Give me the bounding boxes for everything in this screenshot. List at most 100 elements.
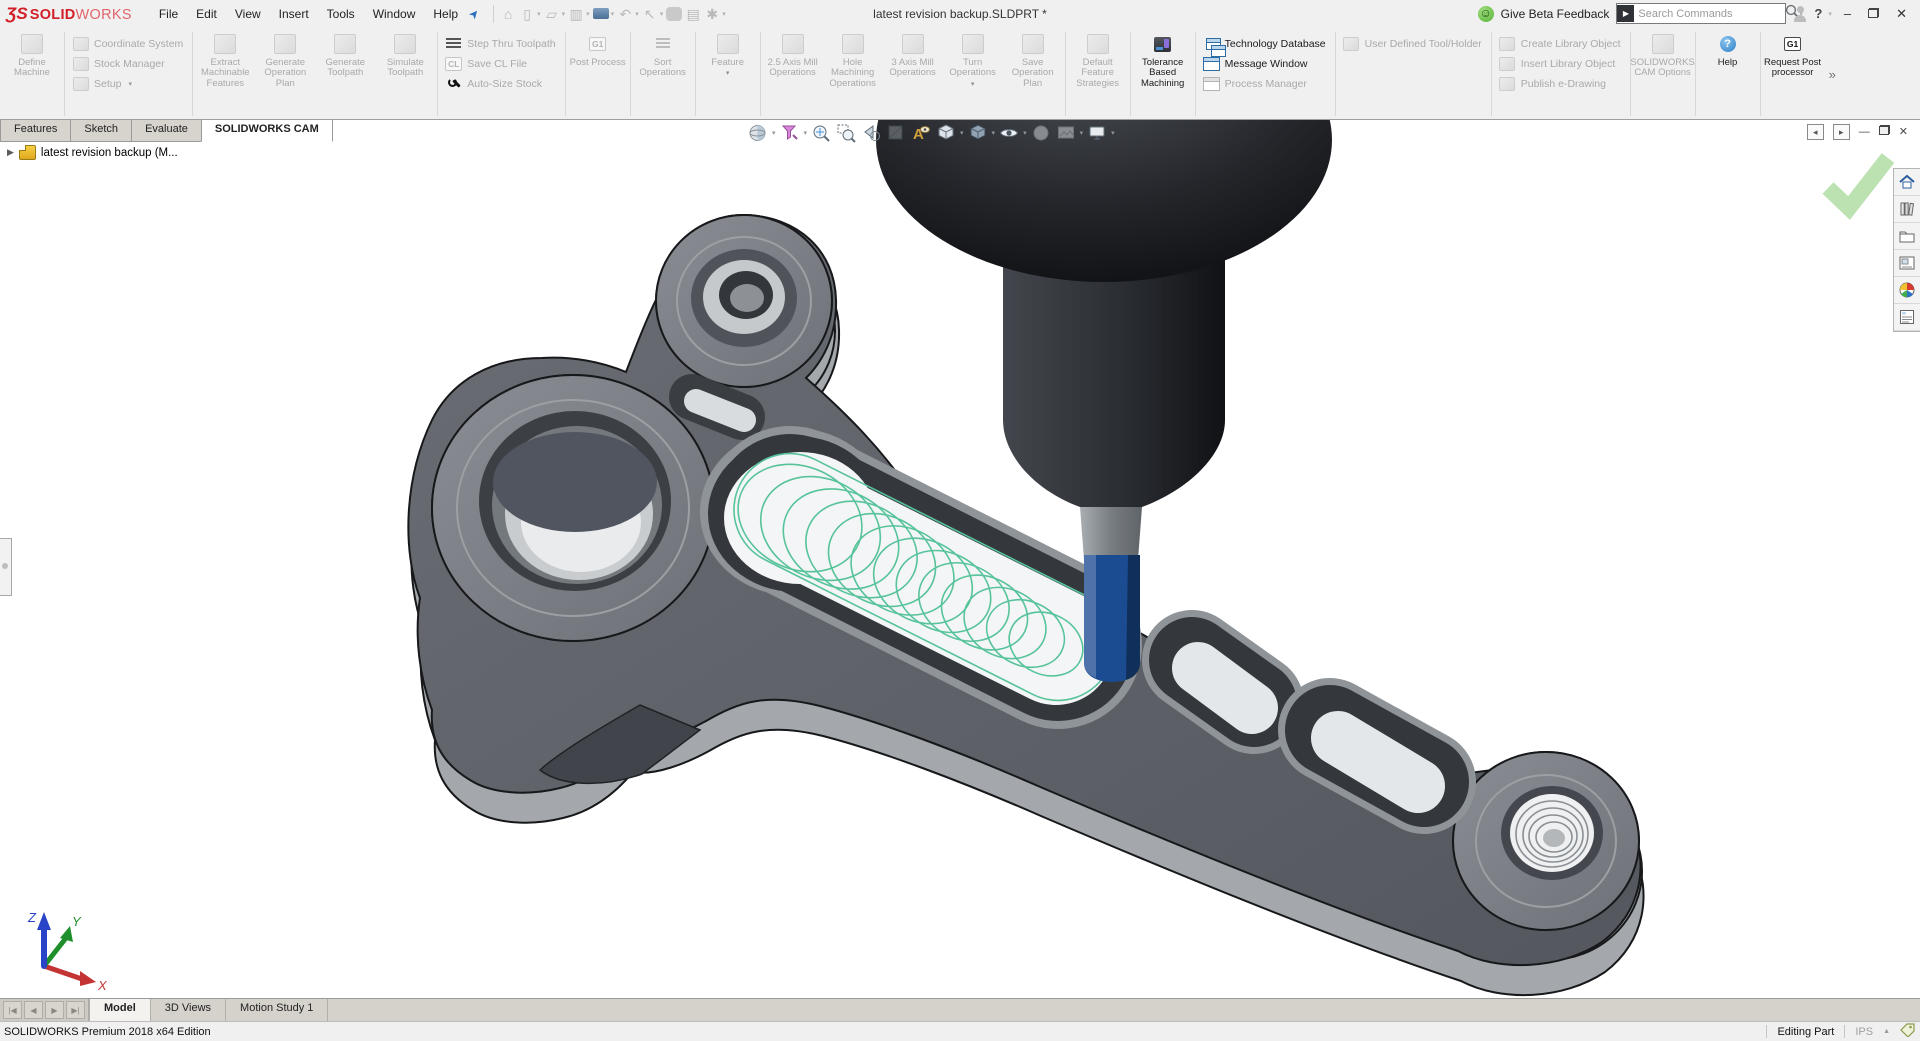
new-document-caret-icon[interactable]: ▾ — [537, 10, 541, 18]
ribbon-solidworks-cam-options[interactable]: SOLIDWORKS CAM Options — [1633, 29, 1693, 79]
task-pane-file-explorer-icon[interactable] — [1894, 223, 1920, 250]
section-view-icon[interactable] — [884, 122, 908, 144]
view-settings-icon[interactable] — [1085, 122, 1109, 144]
attachments-icon[interactable] — [666, 7, 682, 21]
ribbon-save-cl-file[interactable]: CLSave CL File — [442, 55, 558, 72]
search-input[interactable] — [1634, 8, 1784, 20]
search-box[interactable]: ▶ ▾ — [1616, 3, 1786, 24]
pane-right-icon[interactable]: ▸ — [1833, 124, 1850, 140]
pane-left-icon[interactable]: ◂ — [1807, 124, 1824, 140]
annotation-views-icon[interactable]: A — [909, 122, 933, 144]
properties-icon[interactable]: ▤ — [685, 6, 701, 22]
ribbon-technology-database[interactable]: Technology Database — [1200, 35, 1329, 52]
ribbon-save-operation-plan[interactable]: Save Operation Plan — [1003, 29, 1063, 89]
tab-evaluate[interactable]: Evaluate — [131, 120, 202, 142]
menu-window[interactable]: Window — [364, 3, 425, 25]
ribbon-simulate-toolpath[interactable]: Simulate Toolpath — [375, 29, 435, 79]
undo-icon[interactable]: ↶ — [617, 6, 633, 22]
selection-filter-icon[interactable] — [778, 122, 802, 144]
close-button[interactable]: ✕ — [1891, 6, 1912, 22]
ribbon-auto-size-stock[interactable]: Auto-Size Stock — [442, 75, 558, 92]
feature-tree-root[interactable]: ▶ latest revision backup (M... — [7, 145, 178, 160]
user-account-icon[interactable] — [1793, 6, 1807, 22]
doc-minimize-button[interactable]: — — [1859, 125, 1870, 140]
zoom-area-icon[interactable] — [834, 122, 858, 144]
menu-tools[interactable]: Tools — [318, 3, 364, 25]
ribbon-user-defined-tool-holder[interactable]: User Defined Tool/Holder — [1340, 35, 1485, 52]
units-caret-icon[interactable]: ▲ — [1883, 1028, 1890, 1035]
expand-arrow-icon[interactable]: ▶ — [7, 147, 14, 158]
save-caret-icon[interactable]: ▾ — [586, 10, 590, 18]
selection-filter-caret-icon[interactable]: ▾ — [804, 129, 808, 137]
print-icon[interactable] — [593, 8, 609, 19]
minimize-button[interactable]: – — [1839, 6, 1856, 21]
options-caret-icon[interactable]: ▾ — [722, 10, 726, 18]
pin-icon[interactable]: ➤ — [465, 5, 482, 22]
ribbon-step-thru-toolpath[interactable]: Step Thru Toolpath — [442, 35, 558, 52]
help-caret-icon[interactable]: ▾ — [1828, 10, 1832, 18]
menu-view[interactable]: View — [226, 3, 270, 25]
beta-feedback-icon[interactable]: ☺ — [1478, 6, 1494, 22]
doc-tab-model[interactable]: Model — [89, 999, 151, 1021]
zoom-fit-icon[interactable] — [809, 122, 833, 144]
new-document-icon[interactable]: ▯ — [519, 6, 535, 22]
ribbon-generate-toolpath[interactable]: Generate Toolpath — [315, 29, 375, 79]
restore-button[interactable] — [1863, 6, 1884, 21]
ribbon-sort-operations[interactable]: Sort Operations — [633, 29, 693, 79]
select-caret-icon[interactable]: ▾ — [660, 10, 664, 18]
ribbon-publish-e-drawing[interactable]: Publish e-Drawing — [1496, 75, 1624, 92]
apply-scene-icon[interactable] — [1054, 122, 1078, 144]
ribbon-define-machine[interactable]: Define Machine — [2, 29, 62, 79]
menu-help[interactable]: Help — [424, 3, 467, 25]
doc-restore-button[interactable] — [1879, 125, 1890, 140]
edit-appearance-icon[interactable] — [1029, 122, 1053, 144]
ribbon-generate-operation-plan[interactable]: Generate Operation Plan — [255, 29, 315, 89]
ribbon-coordinate-system[interactable]: Coordinate System — [69, 35, 186, 52]
menu-insert[interactable]: Insert — [270, 3, 318, 25]
home-icon[interactable]: ⌂ — [500, 6, 516, 22]
ribbon-post-process[interactable]: G1Post Process — [568, 29, 628, 68]
options-icon[interactable]: ✱ — [704, 6, 720, 22]
ribbon-turn-operations[interactable]: Turn Operations▾ — [943, 29, 1003, 88]
help-menu[interactable]: ? — [1814, 6, 1822, 21]
tab-nav-last-button[interactable]: ▶| — [66, 1001, 85, 1019]
tab-nav-next-button[interactable]: ▶ — [45, 1001, 64, 1019]
ribbon-setup[interactable]: Setup▾ — [69, 75, 186, 92]
open-caret-icon[interactable]: ▾ — [562, 10, 566, 18]
tab-nav-previous-button[interactable]: ◀ — [24, 1001, 43, 1019]
ribbon-create-library-object[interactable]: Create Library Object — [1496, 35, 1624, 52]
task-pane-appearances-scenes-icon[interactable] — [1894, 277, 1920, 304]
ribbon-insert-library-object[interactable]: Insert Library Object — [1496, 55, 1624, 72]
ribbon-feature[interactable]: Feature▾ — [698, 29, 758, 77]
ribbon-hole-machining-operations[interactable]: Hole Machining Operations — [823, 29, 883, 89]
display-style-caret-icon[interactable]: ▾ — [992, 129, 996, 137]
save-icon[interactable]: ▥ — [568, 6, 584, 22]
ribbon-overflow-chevron[interactable]: » — [1825, 67, 1840, 82]
ribbon-message-window[interactable]: Message Window — [1200, 55, 1329, 72]
task-pane-home-icon[interactable] — [1894, 169, 1920, 196]
view-settings-caret-icon[interactable]: ▾ — [1111, 129, 1115, 137]
ribbon-3-axis-mill-operations[interactable]: 3 Axis Mill Operations — [883, 29, 943, 79]
menu-file[interactable]: File — [150, 3, 187, 25]
orientation-sphere-icon[interactable] — [746, 122, 770, 144]
ribbon-stock-manager[interactable]: Stock Manager — [69, 55, 186, 72]
orientation-sphere-caret-icon[interactable]: ▾ — [772, 129, 776, 137]
hide-show-items-icon[interactable] — [997, 122, 1021, 144]
ribbon-help[interactable]: ?Help — [1698, 29, 1758, 68]
hide-show-items-caret-icon[interactable]: ▾ — [1023, 129, 1027, 137]
tab-solidworks-cam[interactable]: SOLIDWORKS CAM — [201, 120, 333, 142]
feature-caret-icon[interactable]: ▾ — [726, 69, 730, 77]
doc-close-button[interactable]: ✕ — [1899, 125, 1908, 140]
task-pane-custom-properties-icon[interactable] — [1894, 304, 1920, 331]
ribbon-default-feature-strategies[interactable]: Default Feature Strategies — [1068, 29, 1128, 89]
tab-sketch[interactable]: Sketch — [70, 120, 132, 142]
display-style-icon[interactable] — [966, 122, 990, 144]
task-pane-design-library-icon[interactable] — [1894, 196, 1920, 223]
tab-features[interactable]: Features — [0, 120, 71, 142]
task-pane-view-palette-icon[interactable] — [1894, 250, 1920, 277]
ribbon-tolerance-based-machining[interactable]: Tolerance Based Machining — [1133, 29, 1193, 89]
turn-operations-caret-icon[interactable]: ▾ — [971, 80, 975, 88]
3d-scene[interactable]: X Y Z — [0, 120, 1920, 998]
apply-scene-caret-icon[interactable]: ▾ — [1080, 129, 1084, 137]
ribbon-2-5-axis-mill-operations[interactable]: 2.5 Axis Mill Operations — [763, 29, 823, 79]
